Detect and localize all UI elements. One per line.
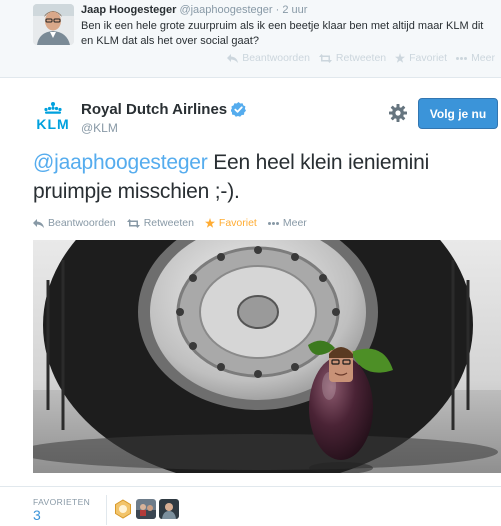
reply-icon xyxy=(33,218,44,228)
reply-favorite-button[interactable]: Favoriet xyxy=(395,52,447,64)
reply-actions: Beantwoorden Retweeten Favoriet Meer xyxy=(227,52,495,64)
account-handle[interactable]: @KLM xyxy=(81,121,118,135)
account-name-text: Royal Dutch Airlines xyxy=(81,101,228,118)
klm-avatar[interactable]: KLM xyxy=(33,101,73,135)
reply-avatar[interactable] xyxy=(33,4,74,45)
more-icon xyxy=(267,221,279,225)
reply-reply-label: Beantwoorden xyxy=(242,52,310,64)
favorites-count[interactable]: 3 xyxy=(33,507,41,523)
stats-divider xyxy=(106,495,107,525)
retweet-icon xyxy=(318,53,332,63)
reply-icon xyxy=(227,53,239,63)
more-button[interactable]: Meer xyxy=(267,217,307,229)
tweet-mention-link[interactable]: @jaaphoogesteger xyxy=(33,151,208,174)
verified-icon xyxy=(231,102,247,117)
reply-label: Beantwoorden xyxy=(48,217,116,229)
reply-reply-button[interactable]: Beantwoorden xyxy=(227,52,310,64)
reply-timestamp[interactable]: 2 uur xyxy=(282,4,307,16)
tweet-photo[interactable] xyxy=(33,240,501,473)
retweet-button[interactable]: Retweeten xyxy=(126,217,194,229)
more-label: Meer xyxy=(282,217,307,229)
reply-more-label: Meer xyxy=(471,52,495,64)
retweet-icon xyxy=(126,218,140,228)
reply-button[interactable]: Beantwoorden xyxy=(33,217,116,229)
more-icon xyxy=(456,56,468,60)
reply-separator: · xyxy=(275,4,280,16)
tweet-text: @jaaphoogesteger Een heel klein ieniemin… xyxy=(33,148,493,206)
reply-author-handle[interactable]: @jaaphoogesteger xyxy=(179,4,272,16)
reply-tweet[interactable]: Jaap Hoogesteger @jaaphoogesteger · 2 uu… xyxy=(0,0,501,78)
star-icon xyxy=(204,218,215,228)
reply-favorite-label: Favoriet xyxy=(409,52,448,64)
favoriter-avatar[interactable] xyxy=(136,499,156,519)
account-name[interactable]: Royal Dutch Airlines xyxy=(81,101,247,118)
follow-button[interactable]: Volg je nu xyxy=(418,98,498,129)
reply-retweet-button[interactable]: Retweeten xyxy=(318,52,387,64)
gear-button[interactable] xyxy=(388,103,408,123)
reply-retweet-label: Retweeten xyxy=(335,52,387,64)
favorite-button[interactable]: Favoriet xyxy=(204,217,257,229)
reply-text: Ben ik een hele grote zuurpruim als ik e… xyxy=(81,20,484,47)
reply-more-button[interactable]: Meer xyxy=(456,52,495,64)
star-icon xyxy=(395,53,406,63)
favorited-by-avatars xyxy=(113,499,179,519)
reply-author-name[interactable]: Jaap Hoogesteger xyxy=(81,4,176,16)
favoriter-avatar[interactable] xyxy=(159,499,179,519)
favorite-label: Favoriet xyxy=(218,217,257,229)
reply-meta: Jaap Hoogesteger @jaaphoogesteger · 2 uu… xyxy=(81,4,307,16)
klm-crown-icon xyxy=(44,102,62,114)
favorites-label: FAVORIETEN xyxy=(33,497,91,507)
gear-icon xyxy=(389,104,407,122)
tweet-stats: FAVORIETEN 3 xyxy=(0,486,501,526)
retweet-label: Retweeten xyxy=(143,217,194,229)
favoriter-avatar[interactable] xyxy=(113,499,133,519)
klm-logo-text: KLM xyxy=(36,116,69,132)
tweet-actions: Beantwoorden Retweeten Favoriet Meer xyxy=(33,217,307,229)
